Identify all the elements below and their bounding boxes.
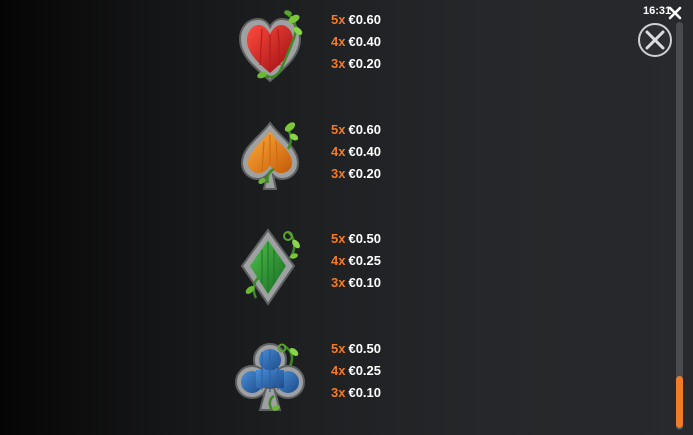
payout-count: 5x bbox=[331, 12, 346, 27]
payout-value: €0.20 bbox=[348, 166, 382, 181]
close-paytable-button[interactable] bbox=[637, 22, 673, 58]
payout-count: 5x bbox=[331, 341, 346, 356]
symbol-row-spade: 5x €0.60 4x €0.40 3x €0.20 bbox=[0, 119, 640, 219]
payout-count: 4x bbox=[331, 363, 346, 378]
payout-value: €0.25 bbox=[348, 363, 382, 378]
diamond-suit-icon bbox=[232, 228, 308, 308]
payout-line: 3x €0.20 bbox=[331, 163, 451, 185]
status-clock: 16:31 bbox=[643, 5, 672, 17]
payout-line: 5x €0.60 bbox=[331, 119, 451, 141]
payout-count: 5x bbox=[331, 231, 346, 246]
payout-list-heart: 5x €0.60 4x €0.40 3x €0.20 bbox=[331, 9, 451, 75]
payout-line: 3x €0.20 bbox=[331, 53, 451, 75]
payout-value: €0.60 bbox=[348, 12, 382, 27]
payout-count: 4x bbox=[331, 34, 346, 49]
payout-value: €0.50 bbox=[348, 341, 382, 356]
payout-count: 4x bbox=[331, 253, 346, 268]
close-x-icon[interactable] bbox=[668, 6, 682, 20]
payout-line: 3x €0.10 bbox=[331, 382, 451, 404]
payout-count: 3x bbox=[331, 385, 346, 400]
payout-line: 5x €0.50 bbox=[331, 228, 451, 250]
paytable-panel: 5x €0.60 4x €0.40 3x €0.20 5x €0.60 4x €… bbox=[0, 0, 693, 435]
payout-line: 4x €0.25 bbox=[331, 250, 451, 272]
payout-value: €0.10 bbox=[348, 275, 382, 290]
heart-suit-icon bbox=[232, 9, 308, 89]
payout-value: €0.40 bbox=[348, 34, 382, 49]
payout-list-spade: 5x €0.60 4x €0.40 3x €0.20 bbox=[331, 119, 451, 185]
payout-count: 3x bbox=[331, 166, 346, 181]
payout-line: 4x €0.40 bbox=[331, 141, 451, 163]
payout-list-club: 5x €0.50 4x €0.25 3x €0.10 bbox=[331, 338, 451, 404]
payout-value: €0.40 bbox=[348, 144, 382, 159]
scrollbar-track[interactable] bbox=[676, 22, 683, 430]
payout-value: €0.25 bbox=[348, 253, 382, 268]
payout-count: 5x bbox=[331, 122, 346, 137]
symbol-row-diamond: 5x €0.50 4x €0.25 3x €0.10 bbox=[0, 228, 640, 328]
payout-line: 3x €0.10 bbox=[331, 272, 451, 294]
scrollbar-thumb[interactable] bbox=[676, 376, 683, 428]
payout-value: €0.20 bbox=[348, 56, 382, 71]
payout-line: 4x €0.25 bbox=[331, 360, 451, 382]
payout-count: 4x bbox=[331, 144, 346, 159]
payout-count: 3x bbox=[331, 275, 346, 290]
payout-list-diamond: 5x €0.50 4x €0.25 3x €0.10 bbox=[331, 228, 451, 294]
payout-value: €0.60 bbox=[348, 122, 382, 137]
payout-value: €0.50 bbox=[348, 231, 382, 246]
symbol-row-heart: 5x €0.60 4x €0.40 3x €0.20 bbox=[0, 9, 640, 109]
payout-count: 3x bbox=[331, 56, 346, 71]
payout-line: 4x €0.40 bbox=[331, 31, 451, 53]
symbol-row-club: 5x €0.50 4x €0.25 3x €0.10 bbox=[0, 338, 640, 435]
payout-line: 5x €0.60 bbox=[331, 9, 451, 31]
payout-line: 5x €0.50 bbox=[331, 338, 451, 360]
club-suit-icon bbox=[232, 338, 308, 418]
circle-x-icon bbox=[638, 23, 672, 57]
payout-value: €0.10 bbox=[348, 385, 382, 400]
spade-suit-icon bbox=[232, 119, 308, 199]
